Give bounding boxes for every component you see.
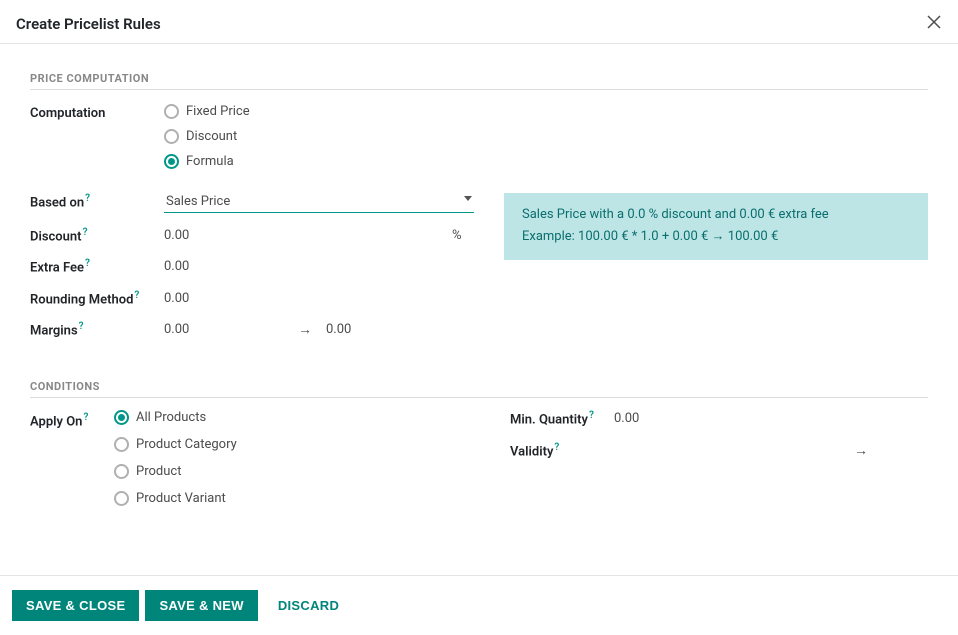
arrow-right-icon: → — [854, 442, 928, 459]
radio-label-all: All Products — [136, 410, 206, 425]
help-icon[interactable]: ? — [85, 258, 90, 269]
extra-fee-label: Extra Fee? — [30, 258, 164, 275]
help-icon[interactable]: ? — [589, 410, 594, 421]
radio-label-discount: Discount — [186, 129, 237, 144]
apply-on-radio-category[interactable]: Product Category — [114, 437, 237, 452]
help-icon[interactable]: ? — [85, 193, 90, 204]
radio-icon — [114, 464, 129, 479]
radio-label-variant: Product Variant — [136, 491, 226, 506]
validity-label: Validity? — [510, 442, 614, 459]
margins-min-input[interactable]: 0.00 — [164, 322, 284, 337]
radio-icon — [164, 104, 179, 119]
formula-right-col: Sales Price with a 0.0 % discount and 0.… — [504, 191, 928, 260]
apply-on-radio-variant[interactable]: Product Variant — [114, 491, 237, 506]
discount-label: Discount? — [30, 227, 164, 244]
radio-label-fixed: Fixed Price — [186, 104, 250, 119]
save-new-button[interactable]: SAVE & NEW — [145, 590, 257, 621]
section-title-price: PRICE COMPUTATION — [30, 72, 928, 90]
radio-label-category: Product Category — [136, 437, 237, 452]
section-title-conditions: CONDITIONS — [30, 380, 928, 398]
radio-icon — [114, 491, 129, 506]
min-qty-input[interactable]: 0.00 — [614, 411, 639, 426]
discard-button[interactable]: DISCARD — [264, 590, 353, 621]
formula-left-col: Based on? Sales Price Discount? — [30, 191, 474, 352]
close-icon — [926, 14, 942, 30]
close-button[interactable] — [926, 14, 942, 33]
help-icon[interactable]: ? — [554, 442, 559, 453]
radio-icon — [164, 154, 179, 169]
radio-icon — [114, 410, 129, 425]
modal-footer: SAVE & CLOSE SAVE & NEW DISCARD — [0, 575, 958, 635]
computation-radio-fixed[interactable]: Fixed Price — [164, 104, 250, 119]
based-on-value: Sales Price — [166, 194, 230, 209]
computation-radio-formula[interactable]: Formula — [164, 154, 250, 169]
margins-label: Margins? — [30, 321, 164, 338]
radio-label-product: Product — [136, 464, 181, 479]
help-icon[interactable]: ? — [83, 412, 88, 423]
help-icon[interactable]: ? — [83, 227, 88, 238]
formula-info-box: Sales Price with a 0.0 % discount and 0.… — [504, 193, 928, 260]
radio-icon — [164, 129, 179, 144]
rounding-label: Rounding Method? — [30, 290, 164, 307]
computation-label: Computation — [30, 102, 164, 121]
apply-on-radio-product[interactable]: Product — [114, 464, 237, 479]
modal-title: Create Pricelist Rules — [16, 15, 161, 33]
arrow-right-icon: → — [298, 321, 312, 338]
discount-input[interactable]: 0.00 — [164, 228, 444, 243]
caret-down-icon — [464, 196, 472, 201]
based-on-label: Based on? — [30, 193, 164, 210]
info-line-1: Sales Price with a 0.0 % discount and 0.… — [522, 205, 910, 225]
margins-max-input[interactable]: 0.00 — [326, 322, 351, 337]
min-qty-label: Min. Quantity? — [510, 410, 614, 427]
save-close-button[interactable]: SAVE & CLOSE — [12, 590, 139, 621]
based-on-select[interactable]: Sales Price — [164, 191, 474, 213]
computation-radio-discount[interactable]: Discount — [164, 129, 250, 144]
radio-label-formula: Formula — [186, 154, 234, 169]
apply-on-radio-all[interactable]: All Products — [114, 410, 237, 425]
apply-on-label: Apply On? — [30, 410, 114, 429]
percent-sign: % — [452, 228, 462, 243]
conditions-section: CONDITIONS Apply On? All Products Produc… — [30, 380, 928, 506]
rounding-input[interactable]: 0.00 — [164, 291, 189, 306]
help-icon[interactable]: ? — [134, 290, 139, 301]
info-line-2: Example: 100.00 € * 1.0 + 0.00 € → 100.0… — [522, 227, 910, 247]
price-computation-section: PRICE COMPUTATION Computation Fixed Pric… — [30, 72, 928, 352]
radio-icon — [114, 437, 129, 452]
extra-fee-input[interactable]: 0.00 — [164, 259, 189, 274]
help-icon[interactable]: ? — [79, 321, 84, 332]
